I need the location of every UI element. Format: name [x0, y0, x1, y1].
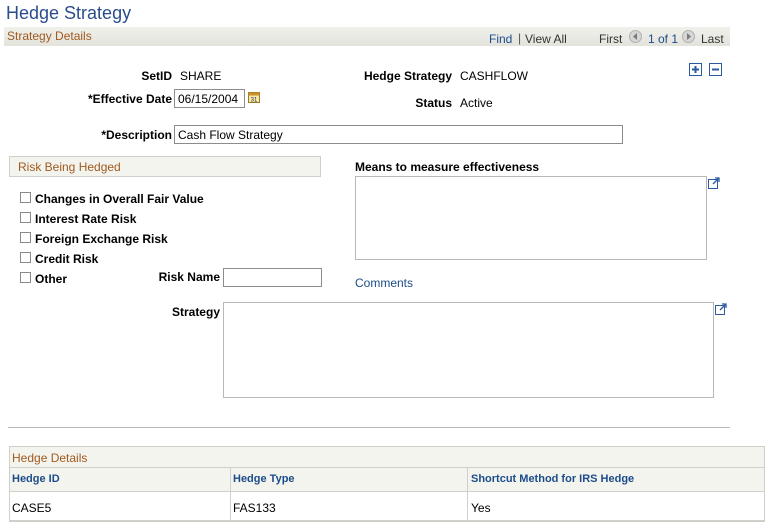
page-title: Hedge Strategy	[6, 3, 132, 23]
column-header-shortcut-method-label: Shortcut Method for IRS Hedge	[471, 473, 635, 485]
table-row-cell: FAS133	[231, 492, 468, 521]
checkbox-fair-value[interactable]	[20, 192, 31, 203]
setid-value: SHARE	[180, 69, 222, 83]
checkbox-other[interactable]	[20, 272, 31, 283]
checkbox-other-label: Other	[35, 272, 68, 286]
previous-icon[interactable]	[629, 30, 642, 43]
first-label: First	[599, 32, 623, 46]
strategy-expand-icon[interactable]	[715, 303, 727, 315]
view-all-link[interactable]: View All	[525, 32, 567, 46]
next-icon[interactable]	[682, 30, 695, 43]
effective-date-input[interactable]	[174, 89, 245, 108]
last-label: Last	[701, 32, 724, 46]
description-input[interactable]	[174, 125, 623, 144]
divider	[8, 427, 730, 428]
effectiveness-label: Means to measure effectiveness	[355, 160, 540, 174]
svg-text:31: 31	[251, 98, 258, 104]
hedge-strategy-label: Hedge Strategy	[363, 69, 452, 83]
effectiveness-textarea[interactable]	[355, 176, 707, 260]
hedge-details-title: Hedge Details	[12, 451, 88, 465]
find-link[interactable]: Find	[489, 32, 512, 46]
checkbox-fair-value-label: Changes in Overall Fair Value	[35, 192, 204, 206]
risk-section-title: Risk Being Hedged	[18, 160, 121, 174]
column-header-hedge-type-label: Hedge Type	[233, 473, 295, 485]
description-label: *Description	[101, 128, 172, 142]
cell-shortcut-method: Yes	[471, 501, 491, 515]
status-value: Active	[460, 96, 493, 110]
strategy-label: Strategy	[171, 305, 220, 319]
comments-link[interactable]: Comments	[355, 276, 413, 290]
checkbox-credit-risk[interactable]	[20, 252, 31, 263]
setid-label: SetID	[141, 69, 172, 83]
checkbox-interest-rate[interactable]	[20, 212, 31, 223]
column-header-shortcut-method: Shortcut Method for IRS Hedge	[468, 467, 764, 492]
column-header-hedge-id: Hedge ID	[10, 467, 231, 492]
hedge-details-header	[10, 447, 764, 467]
expand-icon[interactable]	[708, 177, 720, 189]
strategy-textarea[interactable]	[223, 302, 714, 398]
column-header-hedge-type: Hedge Type	[231, 467, 468, 492]
cell-hedge-type: FAS133	[233, 501, 276, 515]
checkbox-foreign-exchange[interactable]	[20, 232, 31, 243]
checkbox-credit-risk-label: Credit Risk	[35, 252, 99, 266]
strategy-details-title: Strategy Details	[7, 29, 92, 43]
status-label: Status	[415, 96, 452, 110]
cell-hedge-id: CASE5	[12, 501, 52, 515]
checkbox-interest-rate-label: Interest Rate Risk	[35, 212, 137, 226]
plus-icon[interactable]	[689, 63, 702, 76]
hedge-strategy-value: CASHFLOW	[460, 69, 529, 83]
table-row-cell: Yes	[468, 492, 764, 521]
table-row: CASE5	[10, 492, 231, 521]
effective-date-label: *Effective Date	[87, 92, 172, 106]
separator: |	[518, 31, 522, 45]
minus-icon[interactable]	[709, 63, 722, 76]
risk-name-input[interactable]	[223, 268, 322, 287]
pager-text: 1 of 1	[648, 32, 679, 46]
checkbox-foreign-exchange-label: Foreign Exchange Risk	[35, 232, 168, 246]
column-header-hedge-id-label: Hedge ID	[12, 473, 60, 485]
calendar-icon[interactable]: 31	[248, 91, 260, 104]
risk-name-label: Risk Name	[158, 270, 220, 284]
